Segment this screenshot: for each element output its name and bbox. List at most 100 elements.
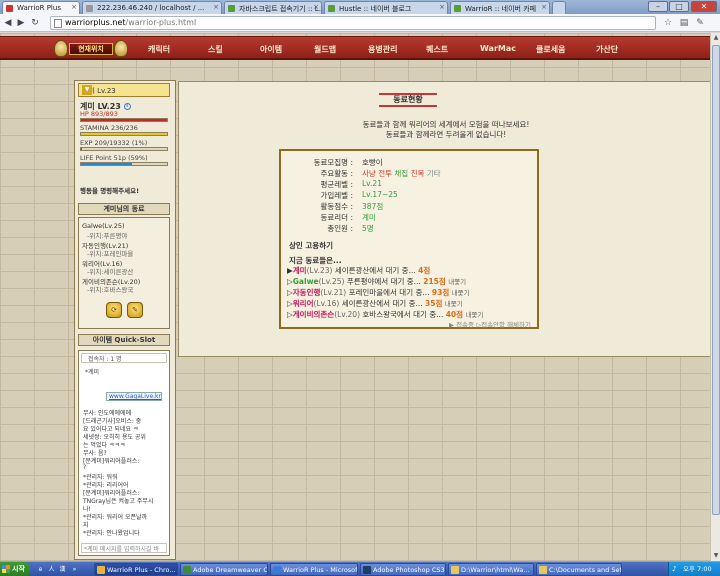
clock[interactable]: 오후 7:00: [683, 565, 712, 573]
scroll-up-icon[interactable]: ▲: [711, 33, 720, 43]
close-tab-icon[interactable]: ×: [71, 3, 77, 11]
back-icon[interactable]: ◀: [2, 17, 14, 29]
photoshop-icon: [363, 566, 371, 574]
browser-tab-bar: WarrioR Plus × 222.236.46.240 / localhos…: [0, 0, 720, 14]
page-scrollbar[interactable]: ▲ ▼: [710, 33, 720, 561]
nav-quest[interactable]: 퀘스트: [426, 44, 448, 55]
address-bar[interactable]: warriorplus.net/warrior-plus.html: [50, 16, 656, 30]
kick-button[interactable]: 내쫓기: [465, 311, 483, 319]
forward-icon[interactable]: ▶: [15, 17, 27, 29]
info-icon[interactable]: i: [123, 103, 131, 110]
intro-line-2: 동료들과 함께라면 두려울게 없습니다!: [385, 130, 507, 139]
friends-title: 계미님의 동료: [78, 203, 170, 215]
life-point-bar: [80, 162, 168, 166]
close-tab-icon[interactable]: ×: [213, 3, 219, 11]
scroll-thumb[interactable]: [712, 45, 720, 515]
favicon-icon: [454, 5, 461, 12]
activity-score-value: 387점: [362, 202, 384, 211]
maximize-button[interactable]: □: [669, 1, 689, 12]
minimize-button[interactable]: –: [648, 1, 668, 12]
site-logo[interactable]: 현재위치: [54, 39, 128, 58]
main-panel: 동료현황 동료들과 함께 워리어의 세계에서 모험을 떠나보세요! 동료들과 함…: [178, 81, 712, 357]
nav-guild[interactable]: 가산단: [596, 44, 618, 55]
chat-message: *관리자: 워리어 오픈날까: [83, 514, 148, 521]
member-name[interactable]: 계미: [293, 266, 307, 275]
chat-input[interactable]: *계미 메시지를 입력하시길 바: [81, 543, 167, 553]
character-select[interactable]: 계미 Lv.23 ▼: [78, 83, 170, 97]
task-explorer-d[interactable]: D:\Warrior\html\Wa...: [448, 563, 534, 576]
legend-footnote: ▶ 접속중 ▷접속안함 해체하기: [449, 321, 531, 329]
close-tab-icon[interactable]: ×: [439, 3, 445, 11]
member-name[interactable]: 워리어: [293, 299, 314, 308]
shield-icon: [54, 40, 68, 57]
hire-merchant-link[interactable]: 상인 고용하기: [289, 240, 333, 251]
total-members-value: 5명: [362, 224, 374, 233]
gagalive-link[interactable]: www.GagaLive.kr: [106, 392, 162, 401]
friend-location: -위치:세이른광산: [87, 268, 134, 276]
nav-item[interactable]: 아이템: [260, 44, 282, 55]
refresh-button[interactable]: ⟳: [106, 302, 122, 318]
friend-name[interactable]: Galwe(Lv.25): [82, 222, 125, 230]
ime-icon[interactable]: 漢: [58, 565, 67, 574]
reload-icon[interactable]: ↻: [29, 17, 41, 29]
avg-level-value: Lv.21: [362, 179, 382, 188]
friends-list: Galwe(Lv.25) -위치:푸른평야 자동인행(Lv.21) -위치:포레…: [78, 217, 170, 329]
close-tab-icon[interactable]: ×: [313, 3, 319, 11]
tab-javascript[interactable]: 자바스크립트 접속기기 :: L... ×: [224, 1, 322, 14]
chrome-icon: [97, 566, 105, 574]
task-ie[interactable]: WarrioR Plus - Microsoft...: [270, 563, 358, 576]
member-name[interactable]: 게이비의존슨: [293, 310, 334, 319]
tab-naver-blog[interactable]: Hustle :: 네이버 블로그 ×: [324, 1, 448, 14]
guild-info-box: 동료모집명 : 호빵이 주요활동 : 사냥 전투 채집 친목 기타 평균레벨 :…: [279, 149, 539, 329]
tab-warrior-plus[interactable]: WarrioR Plus ×: [2, 1, 80, 14]
activity-value: 사냥 전투 채집 친목 기타: [362, 169, 441, 178]
chat-message: *관리자: 안나왔업니다: [83, 530, 140, 537]
dreamweaver-icon: [183, 566, 191, 574]
ie-icon[interactable]: e: [36, 565, 45, 574]
tab-naver-cafe[interactable]: WarrioR :: 네이버 카페 ×: [450, 1, 550, 14]
avg-level-label: 평균레벨 :: [320, 180, 353, 189]
member-name[interactable]: 자동인행: [293, 288, 321, 297]
chat-message: TNGray님은 켜놓고 주무시: [83, 498, 154, 505]
nav-worldmap[interactable]: 월드맵: [314, 44, 336, 55]
start-button[interactable]: 시작: [0, 562, 30, 576]
edit-button[interactable]: ✎: [127, 302, 143, 318]
nav-colosseum[interactable]: 클로세움: [536, 44, 565, 55]
kick-button[interactable]: 내쫓기: [445, 300, 463, 308]
favicon-icon: [86, 5, 93, 12]
join-level-label: 가입레벨 :: [320, 191, 353, 200]
nav-character[interactable]: 캐릭터: [148, 44, 170, 55]
kick-button[interactable]: 내쫓기: [452, 289, 470, 297]
task-chrome[interactable]: WarrioR Plus - Chro...: [94, 563, 178, 576]
nav-warmac[interactable]: WarMac: [480, 44, 516, 53]
nav-mercenary[interactable]: 용병관리: [368, 44, 397, 55]
folder-icon: [539, 566, 547, 574]
chat-user-entry: *계미: [85, 369, 100, 376]
page-menu-icon[interactable]: ▤: [678, 17, 690, 29]
task-photoshop[interactable]: Adobe Photoshop CS3 ...: [360, 563, 446, 576]
member-row: ▶계미(Lv.23) 세이른광산에서 대기 중... 4점: [287, 266, 431, 275]
scroll-down-icon[interactable]: ▼: [711, 551, 720, 561]
close-window-button[interactable]: ✕: [691, 1, 717, 12]
volume-icon[interactable]: ♪: [672, 565, 681, 574]
friend-location: -위치:호바스왕국: [87, 286, 134, 294]
user-icon[interactable]: 人: [47, 565, 56, 574]
wrench-icon[interactable]: ✎: [694, 17, 706, 29]
chevron-down-icon: ▼: [82, 85, 92, 95]
kick-button[interactable]: 내쫓기: [448, 278, 466, 286]
chat-message: ?: [83, 464, 87, 471]
favicon-icon: [6, 5, 13, 12]
status-notice: 행동을 명령해주세요!: [80, 187, 140, 195]
arrow-icon[interactable]: »: [70, 565, 79, 574]
nav-skill[interactable]: 스킬: [208, 44, 223, 55]
new-tab-button[interactable]: [552, 1, 566, 14]
bookmark-star-icon[interactable]: ☆: [662, 17, 674, 29]
hp-bar: [80, 118, 168, 122]
task-dreamweaver[interactable]: Adobe Dreamweaver C...: [180, 563, 268, 576]
windows-icon: [2, 565, 10, 573]
task-explorer-c[interactable]: C:\Documents and Set...: [536, 563, 622, 576]
close-tab-icon[interactable]: ×: [541, 3, 547, 11]
tab-localhost[interactable]: 222.236.46.240 / localhost / ... ×: [82, 1, 222, 14]
member-name[interactable]: Galwe: [293, 277, 319, 286]
site-navigation: 현재위치 캐릭터 스킬 아이템 월드맵 용병관리 퀘스트 WarMac 클로세움…: [0, 36, 710, 60]
